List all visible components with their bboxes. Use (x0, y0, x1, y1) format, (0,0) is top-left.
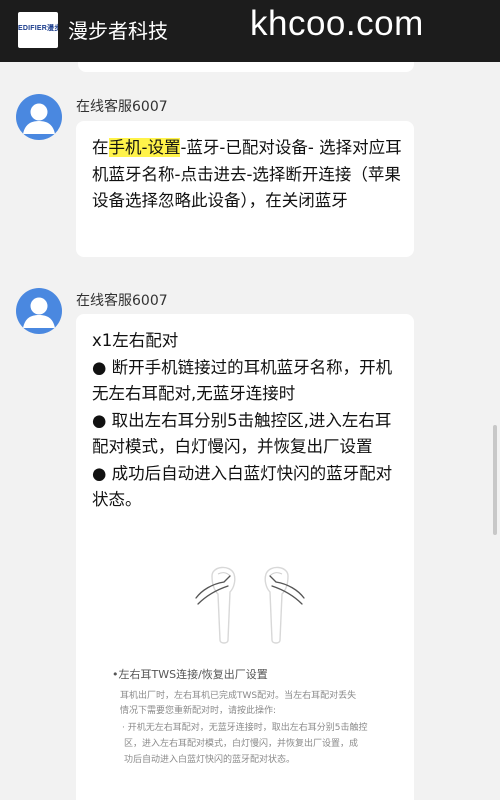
agent-avatar[interactable] (16, 94, 62, 140)
earbuds-image (195, 566, 305, 644)
image-caption-line: 功后自动进入白蓝灯快闪的蓝牙配对状态。 (124, 755, 296, 765)
message-bubble[interactable]: x1左右配对 ● 断开手机链接过的耳机蓝牙名称，开机无左右耳配对,无蓝牙连接时 … (76, 314, 414, 800)
message-line: ● 断开手机链接过的耳机蓝牙名称，开机无左右耳配对,无蓝牙连接时 (92, 357, 393, 404)
image-caption-line: 区，进入左右耳配对模式，白灯慢闪，并恢复出厂设置，成 (124, 739, 359, 749)
previous-message-bubble (78, 62, 414, 72)
message-line: x1左右配对 (92, 331, 179, 350)
image-caption-line: 情况下需要您重新配对时，请按此操作: (120, 706, 277, 716)
image-caption-title: •左右耳TWS连接/恢复出厂设置 (112, 668, 268, 681)
message-bubble[interactable]: 在手机-设置-蓝牙-已配对设备- 选择对应耳机蓝牙名称-点击进去-选择断开连接（… (76, 121, 414, 257)
logo-text: EDIFIER漫步者 (18, 25, 58, 32)
message-text: x1左右配对 ● 断开手机链接过的耳机蓝牙名称，开机无左右耳配对,无蓝牙连接时 … (92, 328, 404, 514)
watermark: khcoo.com (250, 4, 424, 43)
message-text: 在手机-设置-蓝牙-已配对设备- 选择对应耳机蓝牙名称-点击进去-选择断开连接（… (92, 135, 402, 215)
sender-name: 在线客服6007 (76, 293, 168, 309)
edifier-logo: EDIFIER漫步者 (18, 12, 58, 48)
message-line: ● 取出左右耳分别5击触控区,进入左右耳配对模式，白灯慢闪，并恢复出厂设置 (92, 410, 392, 457)
image-caption-line: · 开机无左右耳配对，无蓝牙连接时，取出左右耳分别5击触控 (122, 723, 368, 733)
scrollbar[interactable] (493, 425, 497, 535)
sender-name: 在线客服6007 (76, 99, 168, 115)
user-icon (23, 297, 55, 328)
highlighted-text: 手机-设置 (108, 138, 181, 157)
message-line: ● 成功后自动进入白蓝灯快闪的蓝牙配对状态。 (92, 463, 393, 510)
message-text-part: 在 (92, 138, 109, 157)
app-title: 漫步者科技 (68, 19, 168, 43)
agent-avatar[interactable] (16, 288, 62, 334)
top-bar: EDIFIER漫步者 漫步者科技 khcoo.com (0, 0, 500, 62)
image-caption-line: 耳机出厂时，左右耳机已完成TWS配对。当左右耳配对丢失 (120, 691, 357, 701)
user-icon (23, 103, 55, 134)
